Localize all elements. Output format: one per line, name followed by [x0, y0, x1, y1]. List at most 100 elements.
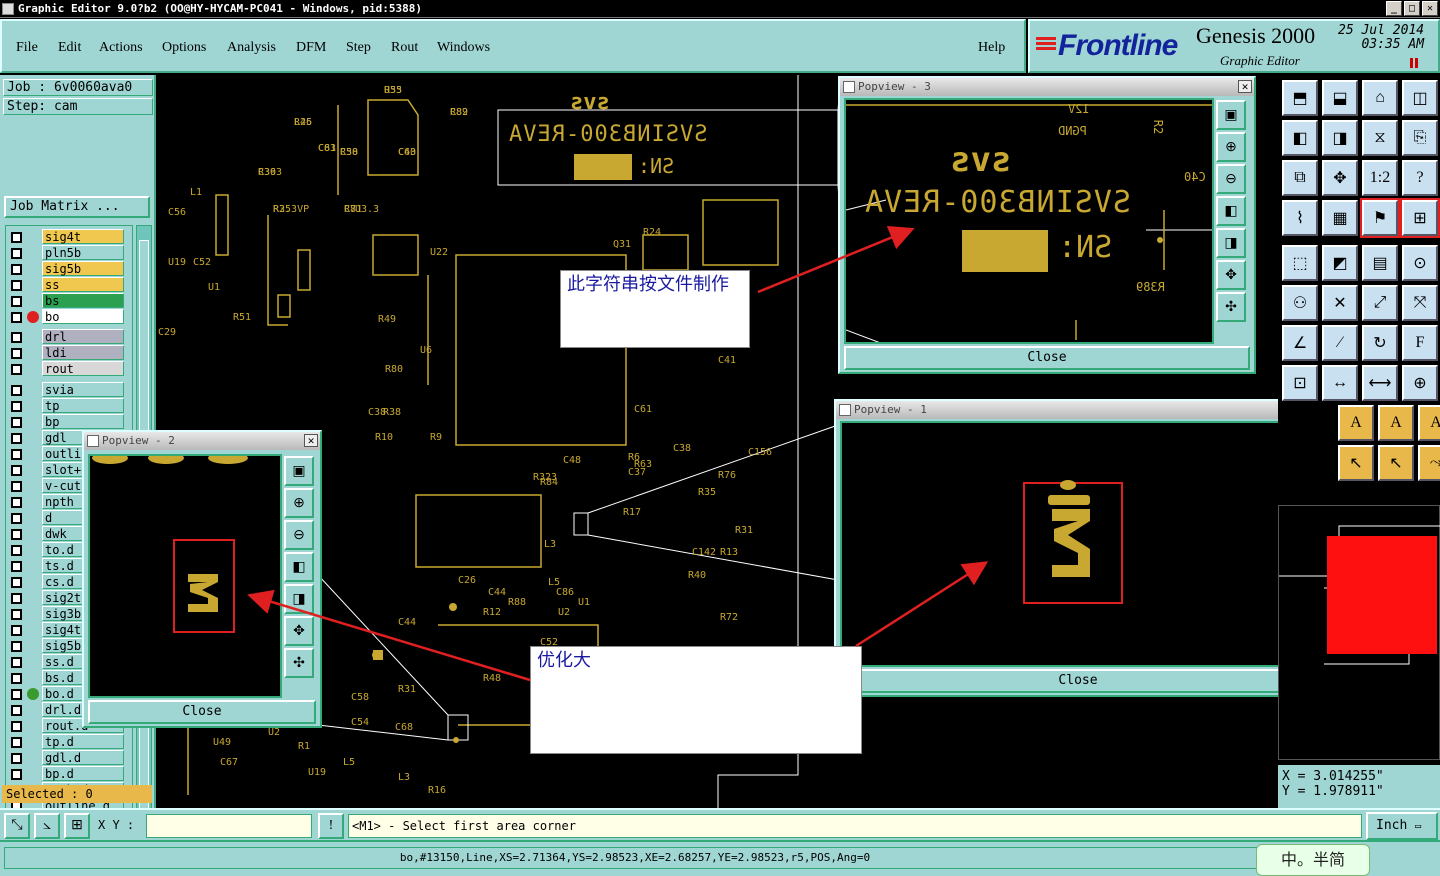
popview-1-close-button[interactable]: Close	[840, 669, 1316, 693]
layer-down-icon[interactable]: ⬓	[1322, 80, 1358, 116]
popview-2-window[interactable]: Popview - 2 ✕ ▣ ⊕ ⊖ ◧ ◨ ✥ ✣ Close	[82, 430, 322, 728]
ime-indicator[interactable]: 中。半简	[1256, 844, 1370, 876]
layer-checkbox[interactable]	[11, 449, 22, 460]
mirror-icon[interactable]: ⧖	[1362, 120, 1398, 156]
layer-row[interactable]: bp	[6, 414, 134, 430]
group-icon[interactable]: ⊕	[1402, 365, 1438, 401]
popview-3-close-icon[interactable]: ✕	[1238, 80, 1252, 93]
layer-name[interactable]: bp.d	[42, 766, 124, 781]
layer-checkbox[interactable]	[11, 529, 22, 540]
grid-icon[interactable]: ▦	[1322, 200, 1358, 236]
layer-checkbox[interactable]	[11, 312, 22, 323]
layer-checkbox[interactable]	[11, 513, 22, 524]
zoom-out-icon[interactable]: ⊖	[1216, 164, 1246, 194]
layer-checkbox[interactable]	[11, 705, 22, 716]
layer-name[interactable]: sig5b	[42, 261, 124, 276]
measure-icon[interactable]: ⦣	[34, 813, 60, 839]
layer-checkbox[interactable]	[11, 364, 22, 375]
scale-icon[interactable]: 1:2	[1362, 160, 1398, 196]
zoom-home-icon[interactable]: ✥	[284, 616, 314, 646]
layer-checkbox[interactable]	[11, 232, 22, 243]
layer-row[interactable]: ss	[6, 277, 134, 293]
fit-icon[interactable]: ⧉	[1282, 160, 1318, 196]
layer-row[interactable]: drl	[6, 329, 134, 345]
measure-icon[interactable]: ▤	[1362, 245, 1398, 281]
grid-icon[interactable]: ⊞	[64, 813, 90, 839]
layer-checkbox[interactable]	[11, 577, 22, 588]
layers-icon[interactable]: ⊞	[1400, 198, 1440, 238]
layer-name[interactable]: sig4t	[42, 229, 124, 244]
layer-row[interactable]: svia	[6, 382, 134, 398]
flip-icon[interactable]: ⎘	[1402, 120, 1438, 156]
pan-left-icon[interactable]: ◧	[284, 552, 314, 582]
layer-row[interactable]: rout	[6, 361, 134, 377]
layer-checkbox[interactable]	[11, 561, 22, 572]
home-icon[interactable]: ⬒	[1282, 80, 1318, 116]
layer-checkbox[interactable]	[11, 332, 22, 343]
erase-icon[interactable]: ◩	[1322, 245, 1358, 281]
layer-name[interactable]: gdl.d	[42, 750, 124, 765]
cursor-icon[interactable]: ↖	[1338, 445, 1374, 481]
layer-name[interactable]: ldi	[42, 345, 124, 360]
layer-name[interactable]: tp.d	[42, 734, 124, 749]
house-icon[interactable]: ⌂	[1362, 80, 1398, 116]
move-icon[interactable]: ⤢	[1362, 285, 1398, 321]
menu-file[interactable]: File	[16, 40, 38, 56]
minimize-icon[interactable]: _	[1386, 1, 1402, 16]
layer-checkbox[interactable]	[11, 673, 22, 684]
layer-row[interactable]: ldi	[6, 345, 134, 361]
layer-checkbox[interactable]	[11, 296, 22, 307]
pick-icon[interactable]: ⬚	[1282, 245, 1318, 281]
layer-row[interactable]: sig5b	[6, 261, 134, 277]
layer-checkbox[interactable]	[11, 609, 22, 620]
pad-icon[interactable]: ⊙	[1402, 245, 1438, 281]
popview-1-window[interactable]: Popview - 1✕ ▣ ⊕ ⊖ ◧ ◨ ✥ ✣ Close	[834, 399, 1322, 697]
text-icon[interactable]: F	[1402, 325, 1438, 361]
layer-checkbox[interactable]	[11, 433, 22, 444]
layer-row[interactable]: tp.d	[6, 734, 134, 750]
zoom-fit-icon[interactable]: ▣	[284, 456, 314, 486]
popview-2-close-icon[interactable]: ✕	[304, 434, 318, 447]
select-icon[interactable]: ↖	[1378, 445, 1414, 481]
close-icon[interactable]: ✕	[1422, 1, 1438, 16]
arrow-b-icon[interactable]: A	[1378, 405, 1414, 441]
zoom-in-icon[interactable]: ⊕	[1216, 132, 1246, 162]
move-icon[interactable]: ✣	[284, 648, 314, 678]
arc-icon[interactable]: ↻	[1362, 325, 1398, 361]
window-icon[interactable]: ◫	[1402, 80, 1438, 116]
cut-icon[interactable]: ↔	[1322, 365, 1358, 401]
traffic-icon[interactable]: ⚑	[1360, 198, 1400, 238]
layer-checkbox[interactable]	[11, 593, 22, 604]
zoom-fit-icon[interactable]: ▣	[1216, 100, 1246, 130]
menu-help[interactable]: Help	[978, 40, 1005, 56]
popview-3-window[interactable]: Popview - 3 ✕ svs SVSINB300-REVA SN: 12V …	[838, 76, 1256, 374]
ruler-icon[interactable]: ⌇	[1282, 200, 1318, 236]
layer-checkbox[interactable]	[11, 641, 22, 652]
popview-3-close-button[interactable]: Close	[844, 346, 1250, 370]
menu-windows[interactable]: Windows	[437, 40, 490, 56]
pad-icon[interactable]: ⊡	[1282, 365, 1318, 401]
layer-name[interactable]: tp	[42, 398, 124, 413]
cross-icon[interactable]: ✕	[1322, 285, 1358, 321]
layer-checkbox[interactable]	[11, 481, 22, 492]
layer-row[interactable]: sig4t	[6, 229, 134, 245]
zoom-out-icon[interactable]: ⊖	[284, 520, 314, 550]
layer-checkbox[interactable]	[11, 737, 22, 748]
layer-name[interactable]: bp	[42, 414, 124, 429]
pause-icon[interactable]	[1410, 58, 1418, 68]
center-icon[interactable]: ✥	[1322, 160, 1358, 196]
menu-rout[interactable]: Rout	[391, 40, 418, 56]
pan-right-icon[interactable]: ◨	[284, 584, 314, 614]
save-icon[interactable]: ◨	[1322, 120, 1358, 156]
layer-name[interactable]: drl	[42, 329, 124, 344]
popview-2-close-button[interactable]: Close	[88, 700, 316, 724]
alert-icon[interactable]: !	[318, 813, 344, 839]
layer-checkbox[interactable]	[11, 348, 22, 359]
popview-1-view[interactable]	[840, 421, 1288, 667]
layer-row[interactable]: bo	[6, 309, 134, 325]
menu-step[interactable]: Step	[346, 40, 371, 56]
angle-icon[interactable]: ∠	[1282, 325, 1318, 361]
layer-checkbox[interactable]	[11, 689, 22, 700]
layer-checkbox[interactable]	[11, 401, 22, 412]
line-icon[interactable]: ⁄	[1322, 325, 1358, 361]
